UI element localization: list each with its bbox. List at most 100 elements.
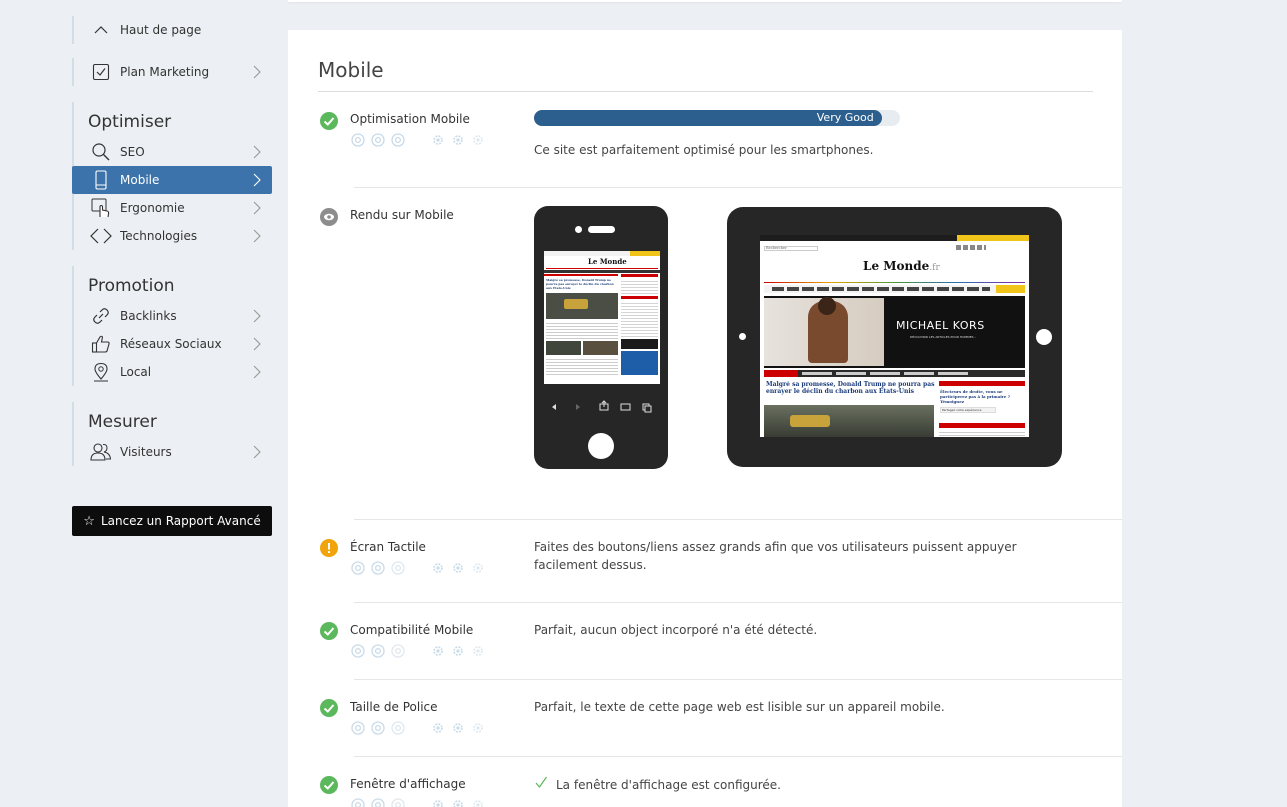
gear-icon — [473, 723, 483, 733]
sidebar-item-label: Backlinks — [120, 309, 177, 323]
sidebar: Haut de page Plan Marketing Optimiser SE… — [72, 0, 272, 482]
tablet-headline: Malgré sa promesse, Donald Trump ne pour… — [766, 381, 935, 395]
gear-icon — [453, 563, 463, 573]
tablet-side-headline: Électeurs de droite, vous ne participere… — [940, 389, 1011, 404]
chevron-right-icon — [253, 337, 261, 351]
plan-marketing-label: Plan Marketing — [120, 65, 210, 79]
gear-icon — [453, 646, 463, 656]
row-divider — [354, 602, 1122, 603]
nav-group-optimiser: Optimiser SEO Mobile Ergonomie Technolog… — [72, 102, 272, 250]
advanced-report-label: Lancez un Rapport Avancé — [100, 514, 261, 528]
back-to-top-label: Haut de page — [120, 23, 202, 37]
criterion-label: Compatibilité Mobile — [350, 623, 474, 637]
sidebar-item-label: Mobile — [120, 173, 160, 187]
sidebar-item-label: Visiteurs — [120, 445, 172, 459]
chevron-right-icon — [253, 201, 261, 215]
sidebar-item-ergonomie[interactable]: Ergonomie — [74, 194, 272, 222]
gear-icon — [473, 646, 483, 656]
score-label: Very Good — [816, 111, 874, 124]
gear-icon — [433, 563, 443, 573]
checkbox-icon — [90, 61, 112, 83]
importance-icons — [351, 721, 485, 735]
tablet-logo: Le Monde.fr — [863, 259, 940, 273]
tablet-search: Rechercher — [766, 246, 787, 250]
sidebar-item-label: Ergonomie — [120, 201, 185, 215]
importance-icons — [351, 561, 485, 575]
advanced-report-button[interactable]: ☆ Lancez un Rapport Avancé — [72, 506, 272, 536]
row-divider — [354, 519, 1122, 520]
chevron-right-icon — [253, 309, 261, 323]
chevron-right-icon — [253, 365, 261, 379]
back-to-top-link[interactable]: Haut de page — [74, 16, 272, 44]
criterion-label: Rendu sur Mobile — [350, 208, 454, 222]
target-icon — [391, 798, 405, 807]
sidebar-item-reseaux-sociaux[interactable]: Réseaux Sociaux — [74, 330, 272, 358]
sidebar-item-technologies[interactable]: Technologies — [74, 222, 272, 250]
sidebar-item-local[interactable]: Local — [74, 358, 272, 386]
star-icon: ☆ — [83, 513, 95, 529]
criterion-description: Faites des boutons/liens assez grands af… — [534, 540, 1017, 572]
viewport-text: La fenêtre d'affichage est configurée. — [556, 778, 781, 792]
phone-headline: Malgré sa promesse, Donald Trump ne pour… — [546, 278, 614, 290]
chevron-right-icon — [253, 229, 261, 243]
title-divider — [318, 91, 1093, 92]
sidebar-item-label: Local — [120, 365, 152, 379]
status-ok-icon — [320, 112, 338, 130]
group-title-optimiser: Optimiser — [88, 112, 172, 132]
chevron-right-icon — [253, 65, 261, 79]
status-ok-icon — [320, 776, 338, 794]
row-divider — [354, 187, 1122, 188]
target-icon — [391, 133, 405, 147]
chevron-right-icon — [253, 145, 261, 159]
status-warning-icon — [320, 539, 338, 557]
phone-preview: Le Monde Malgré sa promesse, Donald Trum… — [534, 206, 668, 469]
phone-logo: Le Monde — [588, 257, 627, 266]
criterion-description: La fenêtre d'affichage est configurée. — [534, 775, 1064, 794]
mobile-section-card: Mobile Optimisation Mobile Very Good Ce … — [288, 30, 1122, 807]
gear-icon — [473, 135, 483, 145]
score-progress-fill: Very Good — [534, 110, 882, 126]
gear-icon — [433, 646, 443, 656]
tablet-home-button — [1036, 329, 1052, 345]
target-icon — [351, 561, 365, 575]
group-title-promotion: Promotion — [88, 276, 175, 296]
sidebar-item-backlinks[interactable]: Backlinks — [74, 302, 272, 330]
target-icon — [351, 798, 365, 807]
link-icon — [90, 305, 112, 327]
sidebar-item-seo[interactable]: SEO — [74, 138, 272, 166]
gear-icon — [453, 800, 463, 807]
group-title-mesurer: Mesurer — [88, 412, 157, 432]
target-icon — [371, 644, 385, 658]
target-icon — [391, 721, 405, 735]
importance-icons — [351, 798, 485, 807]
criterion-label: Taille de Police — [350, 700, 438, 714]
gear-icon — [473, 563, 483, 573]
score-progress-bar: Very Good — [534, 110, 900, 126]
criterion-label: Fenêtre d'affichage — [350, 777, 466, 791]
sidebar-item-mobile[interactable]: Mobile — [72, 166, 272, 194]
target-icon — [351, 721, 365, 735]
criterion-description: Ce site est parfaitement optimisé pour l… — [534, 143, 874, 157]
sidebar-item-plan-marketing[interactable]: Plan Marketing — [74, 58, 272, 86]
row-divider — [354, 756, 1122, 757]
importance-icons — [351, 644, 485, 658]
gear-icon — [433, 723, 443, 733]
gear-icon — [433, 800, 443, 807]
search-icon — [90, 141, 112, 163]
check-icon — [534, 775, 548, 794]
nav-group-top: Haut de page — [72, 16, 272, 44]
row-divider — [354, 679, 1122, 680]
chevron-right-icon — [253, 445, 261, 459]
chevron-up-icon — [90, 19, 112, 41]
tablet-screen: Rechercher Le Monde.fr MICHAEL KORS DÉCO… — [760, 235, 1029, 437]
sidebar-item-visiteurs[interactable]: Visiteurs — [74, 438, 272, 466]
map-pin-icon — [90, 361, 112, 383]
nav-group-mesurer: Mesurer Visiteurs — [72, 402, 272, 466]
target-icon — [391, 561, 405, 575]
gear-icon — [473, 800, 483, 807]
tablet-camera — [739, 333, 746, 340]
users-icon — [90, 441, 112, 463]
phone-screen: Le Monde Malgré sa promesse, Donald Trum… — [544, 251, 660, 384]
target-icon — [371, 561, 385, 575]
section-title: Mobile — [318, 58, 384, 82]
